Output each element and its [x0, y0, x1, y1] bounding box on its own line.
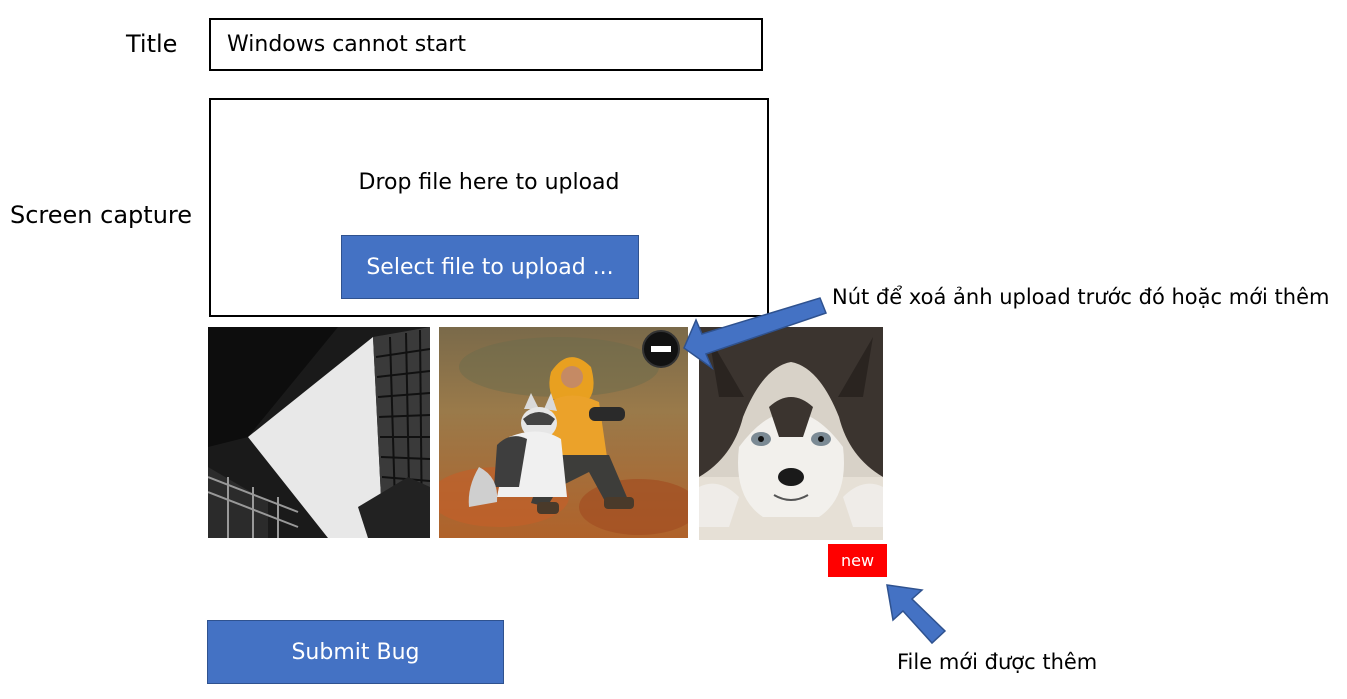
new-note-arrow [886, 584, 947, 645]
thumbnail-husky-closeup [699, 327, 883, 540]
building-photo [208, 327, 430, 538]
new-file-badge: new [828, 544, 887, 577]
file-drop-zone[interactable]: Drop file here to upload Select file to … [209, 98, 769, 317]
submit-bug-button[interactable]: Submit Bug [207, 620, 504, 684]
title-label: Title [126, 30, 178, 58]
remove-button-annotation: Nút để xoá ảnh upload trước đó hoặc mới … [832, 285, 1330, 309]
select-file-button[interactable]: Select file to upload ... [341, 235, 639, 299]
title-input[interactable] [209, 18, 763, 71]
screen-capture-label: Screen capture [10, 201, 193, 229]
new-file-annotation: File mới được thêm [897, 650, 1098, 674]
minus-icon [651, 346, 671, 352]
husky-closeup-photo [699, 327, 883, 540]
thumbnail-building [208, 327, 430, 538]
bug-report-form: Title Screen capture Drop file here to u… [0, 0, 1347, 699]
remove-image-button[interactable] [642, 330, 680, 368]
drop-zone-text: Drop file here to upload [358, 170, 620, 195]
